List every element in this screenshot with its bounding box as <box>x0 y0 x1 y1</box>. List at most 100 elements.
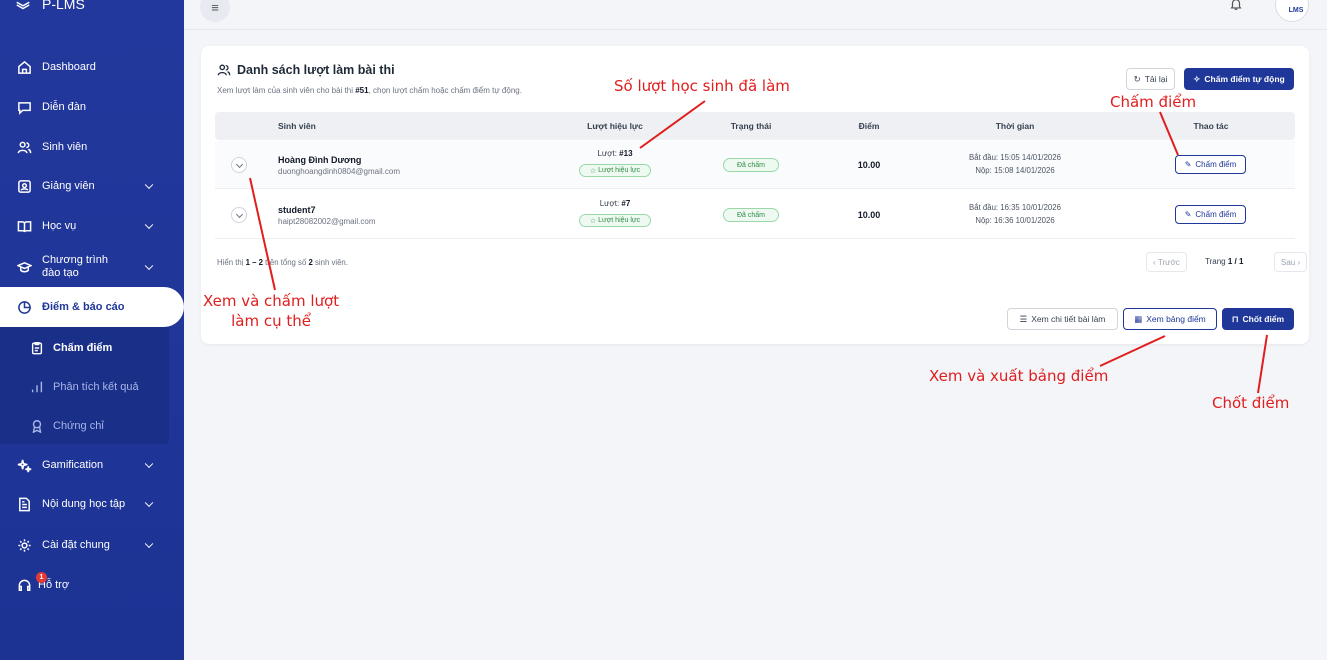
button-label: Chấm điểm <box>1195 160 1237 169</box>
sidebar-item-curriculum[interactable]: Chương trình đào tạo <box>0 248 184 286</box>
grade-button[interactable]: ✎ Chấm điểm <box>1175 155 1246 174</box>
label-line-1: Chương trình <box>42 254 108 266</box>
score-value: 10.00 <box>857 210 881 220</box>
start-time: Bắt đầu: 15:05 14/01/2026 <box>969 153 1061 162</box>
graduation-cap-icon <box>17 260 32 275</box>
submit-time: Nộp: 15:08 14/01/2026 <box>975 166 1055 175</box>
sidebar-item-students[interactable]: Sinh viên <box>0 128 184 166</box>
attempt-prefix: Lượt: <box>597 149 620 158</box>
brand-name: P-LMS <box>42 0 85 12</box>
attempt-number: Lượt: #13 <box>579 149 651 158</box>
chevron-down-icon <box>144 180 154 190</box>
annotation-attempt-count: Số lượt học sinh đã làm <box>614 77 790 95</box>
grade-button[interactable]: ✎ Chấm điểm <box>1175 205 1246 224</box>
hamburger-icon: ≡ <box>211 0 219 15</box>
score-value: 10.00 <box>857 160 881 170</box>
column-header-student: Sinh viên <box>278 121 316 131</box>
clipboard-icon <box>30 341 44 355</box>
sidebar-item-support[interactable]: Hỗ trợ <box>0 566 184 604</box>
annotation-line: làm cụ thể <box>231 312 311 330</box>
subtitle-text: Xem lượt làm của sinh viên cho bài thi <box>217 86 356 95</box>
topbar: ≡ LMS <box>184 0 1327 30</box>
notification-badge: 1 <box>36 572 47 583</box>
start-time: Bắt đầu: 16:35 10/01/2026 <box>969 203 1061 212</box>
chevron-left-icon: ‹ <box>1153 257 1156 267</box>
users-icon <box>17 140 32 155</box>
chevron-down-icon <box>144 498 154 508</box>
finalize-grades-button[interactable]: ⊓ Chốt điểm <box>1222 308 1294 330</box>
sidebar-item-grades-reports[interactable]: Điểm & báo cáo <box>0 287 184 327</box>
exam-id: #51 <box>355 86 369 95</box>
badge-label: Lượt hiệu lực <box>598 217 641 224</box>
user-avatar[interactable]: LMS <box>1275 0 1309 22</box>
next-page-button[interactable]: Sau › <box>1274 252 1308 272</box>
chevron-down-icon <box>144 220 154 230</box>
status-badge: Đã chấm <box>723 208 779 222</box>
sidebar-item-label: Sinh viên <box>42 141 88 153</box>
logo-text: LMS <box>1288 6 1304 14</box>
sidebar-item-label: Chương trình đào tạo <box>42 254 108 280</box>
sidebar-item-forum[interactable]: Diễn đàn <box>0 88 184 126</box>
prev-page-button[interactable]: ‹ Trước <box>1146 252 1187 272</box>
view-grade-sheet-button[interactable]: ▦ Xem bảng điểm <box>1123 308 1217 330</box>
page-title: Danh sách lượt làm bài thi <box>237 63 395 77</box>
layers-icon <box>16 1 30 10</box>
users-icon <box>217 64 231 76</box>
chevron-down-icon <box>144 261 154 271</box>
info-text: sinh viên. <box>312 258 348 267</box>
sidebar-item-label: Giảng viên <box>42 180 95 192</box>
sidebar-subitem-label: Phân tích kết quả <box>53 381 139 393</box>
chat-icon <box>17 100 32 115</box>
annotation-line: Xem và chấm lượt <box>203 292 340 310</box>
gear-icon <box>17 538 32 553</box>
sidebar-item-gamification[interactable]: Gamification <box>0 446 184 484</box>
id-card-icon <box>17 179 32 194</box>
sidebar-subitem-analysis[interactable]: Phân tích kết quả <box>0 368 169 406</box>
expand-row-button[interactable] <box>231 207 247 223</box>
sidebar-item-label: Cài đặt chung <box>42 539 110 551</box>
table-row: student7 haipt28082002@gmail.com Lượt: #… <box>215 191 1295 239</box>
student-email: duonghoangdinh0804@gmail.com <box>278 167 400 176</box>
expand-row-button[interactable] <box>231 157 247 173</box>
submit-time: Nộp: 16:36 10/01/2026 <box>975 216 1055 225</box>
bar-chart-icon <box>30 380 44 394</box>
student-email: haipt28082002@gmail.com <box>278 217 376 226</box>
pie-chart-icon <box>17 300 32 315</box>
range-value: 1 – 2 <box>245 258 263 267</box>
annotation-view-attempt: Xem và chấm lượt làm cụ thể <box>203 291 339 331</box>
page-value: 1 / 1 <box>1227 257 1244 266</box>
button-label: Trước <box>1157 257 1180 267</box>
column-header-status: Trạng thái <box>730 121 772 131</box>
book-icon <box>17 219 32 234</box>
card-subtitle: Xem lượt làm của sinh viên cho bài thi #… <box>217 86 522 95</box>
refresh-icon: ↻ <box>1133 73 1141 84</box>
view-attempt-detail-button[interactable]: ☰ Xem chi tiết bài làm <box>1007 308 1118 330</box>
button-label: Chấm điểm <box>1195 210 1237 219</box>
student-name: Hoàng Đình Dương <box>278 155 362 165</box>
auto-grade-button[interactable]: ✧ Chấm điểm tự động <box>1184 68 1294 90</box>
bell-icon[interactable] <box>1229 0 1243 11</box>
column-header-actions: Thao tác <box>1193 121 1229 131</box>
sidebar-subitem-grading[interactable]: Chấm điểm <box>0 329 169 367</box>
table-row: Hoàng Đình Dương duonghoangdinh0804@gmai… <box>215 141 1295 189</box>
sidebar-item-dashboard[interactable]: Dashboard <box>0 48 184 86</box>
sidebar-item-learning-content[interactable]: Nội dung học tập <box>0 485 184 523</box>
award-icon <box>30 419 44 433</box>
subtitle-text: , chọn lượt chấm hoặc chấm điểm tự động. <box>368 86 522 95</box>
sidebar-item-teachers[interactable]: Giảng viên <box>0 167 184 205</box>
info-text: Hiển thị <box>217 258 246 267</box>
menu-toggle-button[interactable]: ≡ <box>200 0 230 22</box>
button-label: Chốt điểm <box>1242 314 1285 324</box>
brand[interactable]: P-LMS <box>14 0 85 14</box>
pencil-icon: ✎ <box>1184 210 1192 219</box>
button-label: Xem chi tiết bài làm <box>1031 314 1106 324</box>
chevron-down-icon <box>144 459 154 469</box>
submenu-grades-reports: Chấm điểm Phân tích kết quả Chứng chỉ <box>0 327 169 444</box>
reload-button[interactable]: ↻ Tải lại <box>1126 68 1175 90</box>
sidebar-subitem-certificates[interactable]: Chứng chỉ <box>0 407 169 445</box>
lock-icon: ⊓ <box>1231 313 1239 324</box>
sidebar-item-settings[interactable]: Cài đặt chung <box>0 526 184 564</box>
sidebar-item-label: Học vụ <box>42 220 77 232</box>
sidebar-item-academic[interactable]: Học vụ <box>0 207 184 245</box>
column-header-valid-attempt: Lượt hiệu lực <box>587 121 643 131</box>
